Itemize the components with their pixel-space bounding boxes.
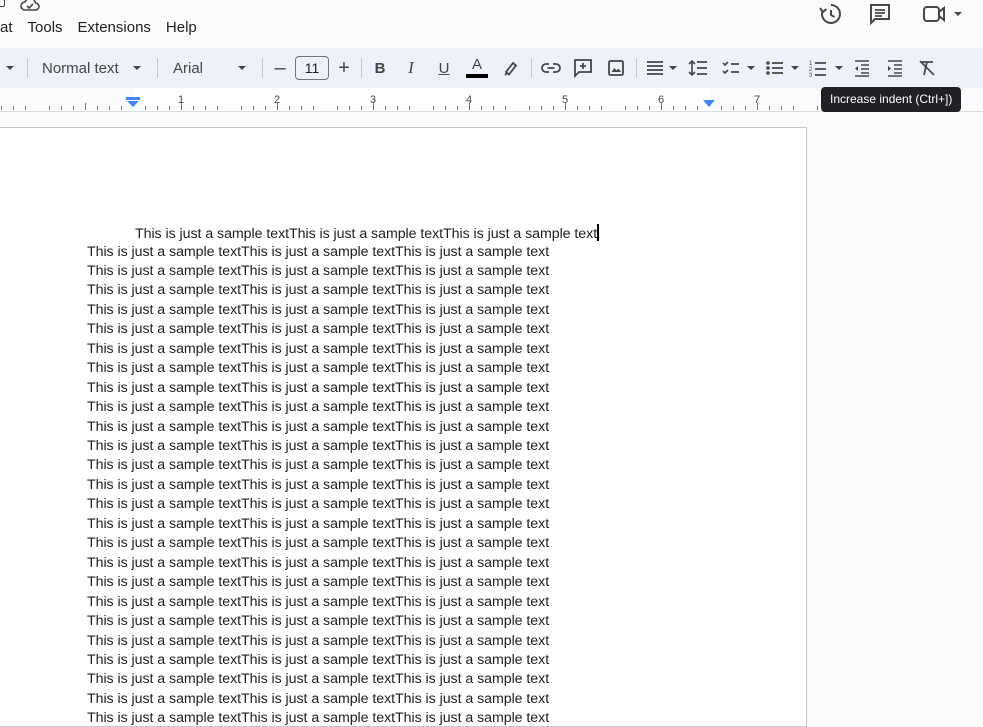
- text-line[interactable]: This is just a sample textThis is just a…: [87, 574, 549, 590]
- italic-button[interactable]: I: [403, 48, 419, 88]
- text-line[interactable]: This is just a sample textThis is just a…: [87, 399, 549, 415]
- first-line-text: This is just a sample textThis is just a…: [135, 226, 598, 242]
- top-bar: at Tools Extensions Help: [0, 0, 983, 48]
- font-label: Arial: [173, 59, 204, 77]
- cloud-done-icon[interactable]: [20, 0, 40, 13]
- right-indent-marker[interactable]: [702, 100, 716, 110]
- tooltip: Increase indent (Ctrl+]): [821, 87, 962, 112]
- text-line[interactable]: This is just a sample textThis is just a…: [87, 457, 549, 473]
- ruler-number: 1: [178, 94, 185, 106]
- chevron-down-icon[interactable]: [236, 48, 248, 88]
- first-line[interactable]: This is just a sample textThis is just a…: [135, 224, 599, 242]
- numbered-list-icon[interactable]: 1 2 3: [809, 48, 845, 88]
- text-cursor: [597, 224, 599, 241]
- text-line[interactable]: This is just a sample textThis is just a…: [87, 263, 549, 279]
- text-line[interactable]: This is just a sample textThis is just a…: [87, 380, 549, 396]
- font-size-input[interactable]: 11: [295, 56, 329, 80]
- paragraph-style-dropdown[interactable]: Normal text: [42, 48, 119, 88]
- align-icon[interactable]: [645, 48, 681, 88]
- toolbar-divider: [27, 58, 28, 78]
- font-dropdown[interactable]: Arial: [173, 48, 203, 88]
- text-color-button[interactable]: A: [466, 48, 488, 88]
- text-line[interactable]: This is just a sample textThis is just a…: [87, 633, 549, 649]
- text-line[interactable]: This is just a sample textThis is just a…: [87, 419, 549, 435]
- text-line[interactable]: This is just a sample textThis is just a…: [87, 652, 549, 668]
- bold-button[interactable]: B: [372, 48, 388, 88]
- document-page[interactable]: This is just a sample textThis is just a…: [0, 127, 807, 727]
- bullet-list-icon[interactable]: [765, 48, 801, 88]
- decrease-font-size-button[interactable]: –: [272, 48, 288, 88]
- text-line[interactable]: This is just a sample textThis is just a…: [87, 438, 549, 454]
- menu-bar: at Tools Extensions Help: [0, 19, 212, 36]
- ruler-number: 5: [562, 94, 569, 106]
- increase-indent-icon[interactable]: [886, 48, 904, 88]
- image-icon[interactable]: [606, 48, 626, 88]
- decrease-indent-icon[interactable]: [853, 48, 871, 88]
- meet-icon[interactable]: [922, 2, 966, 26]
- svg-text:3: 3: [809, 73, 813, 79]
- text-line[interactable]: This is just a sample textThis is just a…: [87, 555, 549, 571]
- chevron-down-icon[interactable]: [4, 48, 16, 88]
- underline-button[interactable]: U: [436, 48, 452, 88]
- text-color-swatch: [466, 74, 488, 78]
- ruler-number: 3: [370, 94, 377, 106]
- ruler-number: 4: [466, 94, 473, 106]
- text-line[interactable]: This is just a sample textThis is just a…: [87, 594, 549, 610]
- menu-extensions[interactable]: Extensions: [78, 19, 151, 36]
- paragraph-style-label: Normal text: [42, 59, 119, 77]
- increase-font-size-button[interactable]: +: [336, 48, 352, 88]
- text-line[interactable]: This is just a sample textThis is just a…: [87, 282, 549, 298]
- chevron-down-icon[interactable]: [131, 48, 143, 88]
- ruler-number: 2: [274, 94, 281, 106]
- ruler-number: 7: [754, 94, 761, 106]
- menu-help[interactable]: Help: [166, 19, 197, 36]
- text-line[interactable]: This is just a sample textThis is just a…: [87, 302, 549, 318]
- toolbar-divider: [262, 58, 263, 78]
- text-line[interactable]: This is just a sample textThis is just a…: [87, 341, 549, 357]
- text-line[interactable]: This is just a sample textThis is just a…: [87, 710, 549, 726]
- formatting-toolbar: Normal text Arial – 11 + B I U A 1 2 3: [0, 48, 983, 88]
- docs-partial-icon: [0, 0, 5, 7]
- line-spacing-icon[interactable]: [688, 48, 708, 88]
- first-line-indent-marker[interactable]: [126, 97, 140, 109]
- text-color-label: A: [471, 56, 482, 73]
- canvas-background: [807, 112, 983, 719]
- menu-tools[interactable]: Tools: [28, 19, 63, 36]
- history-icon[interactable]: [818, 2, 842, 26]
- text-line[interactable]: This is just a sample textThis is just a…: [87, 477, 549, 493]
- text-line[interactable]: This is just a sample textThis is just a…: [87, 671, 549, 687]
- highlighter-icon[interactable]: [502, 48, 520, 88]
- text-line[interactable]: This is just a sample textThis is just a…: [87, 535, 549, 551]
- text-line[interactable]: This is just a sample textThis is just a…: [87, 321, 549, 337]
- add-comment-icon[interactable]: [573, 48, 593, 88]
- toolbar-divider: [636, 58, 637, 78]
- text-line[interactable]: This is just a sample textThis is just a…: [87, 613, 549, 629]
- link-icon[interactable]: [541, 48, 561, 88]
- clear-formatting-icon[interactable]: [917, 48, 937, 88]
- checklist-icon[interactable]: [721, 48, 757, 88]
- text-line[interactable]: This is just a sample textThis is just a…: [87, 244, 549, 260]
- toolbar-divider: [361, 58, 362, 78]
- text-line[interactable]: This is just a sample textThis is just a…: [87, 516, 549, 532]
- ruler-number: 6: [658, 94, 665, 106]
- text-line[interactable]: This is just a sample textThis is just a…: [87, 496, 549, 512]
- text-line[interactable]: This is just a sample textThis is just a…: [87, 360, 549, 376]
- text-line[interactable]: This is just a sample textThis is just a…: [87, 691, 549, 707]
- toolbar-divider: [157, 58, 158, 78]
- toolbar-divider: [531, 58, 532, 78]
- comment-icon[interactable]: [868, 2, 892, 26]
- menu-format[interactable]: at: [0, 19, 13, 36]
